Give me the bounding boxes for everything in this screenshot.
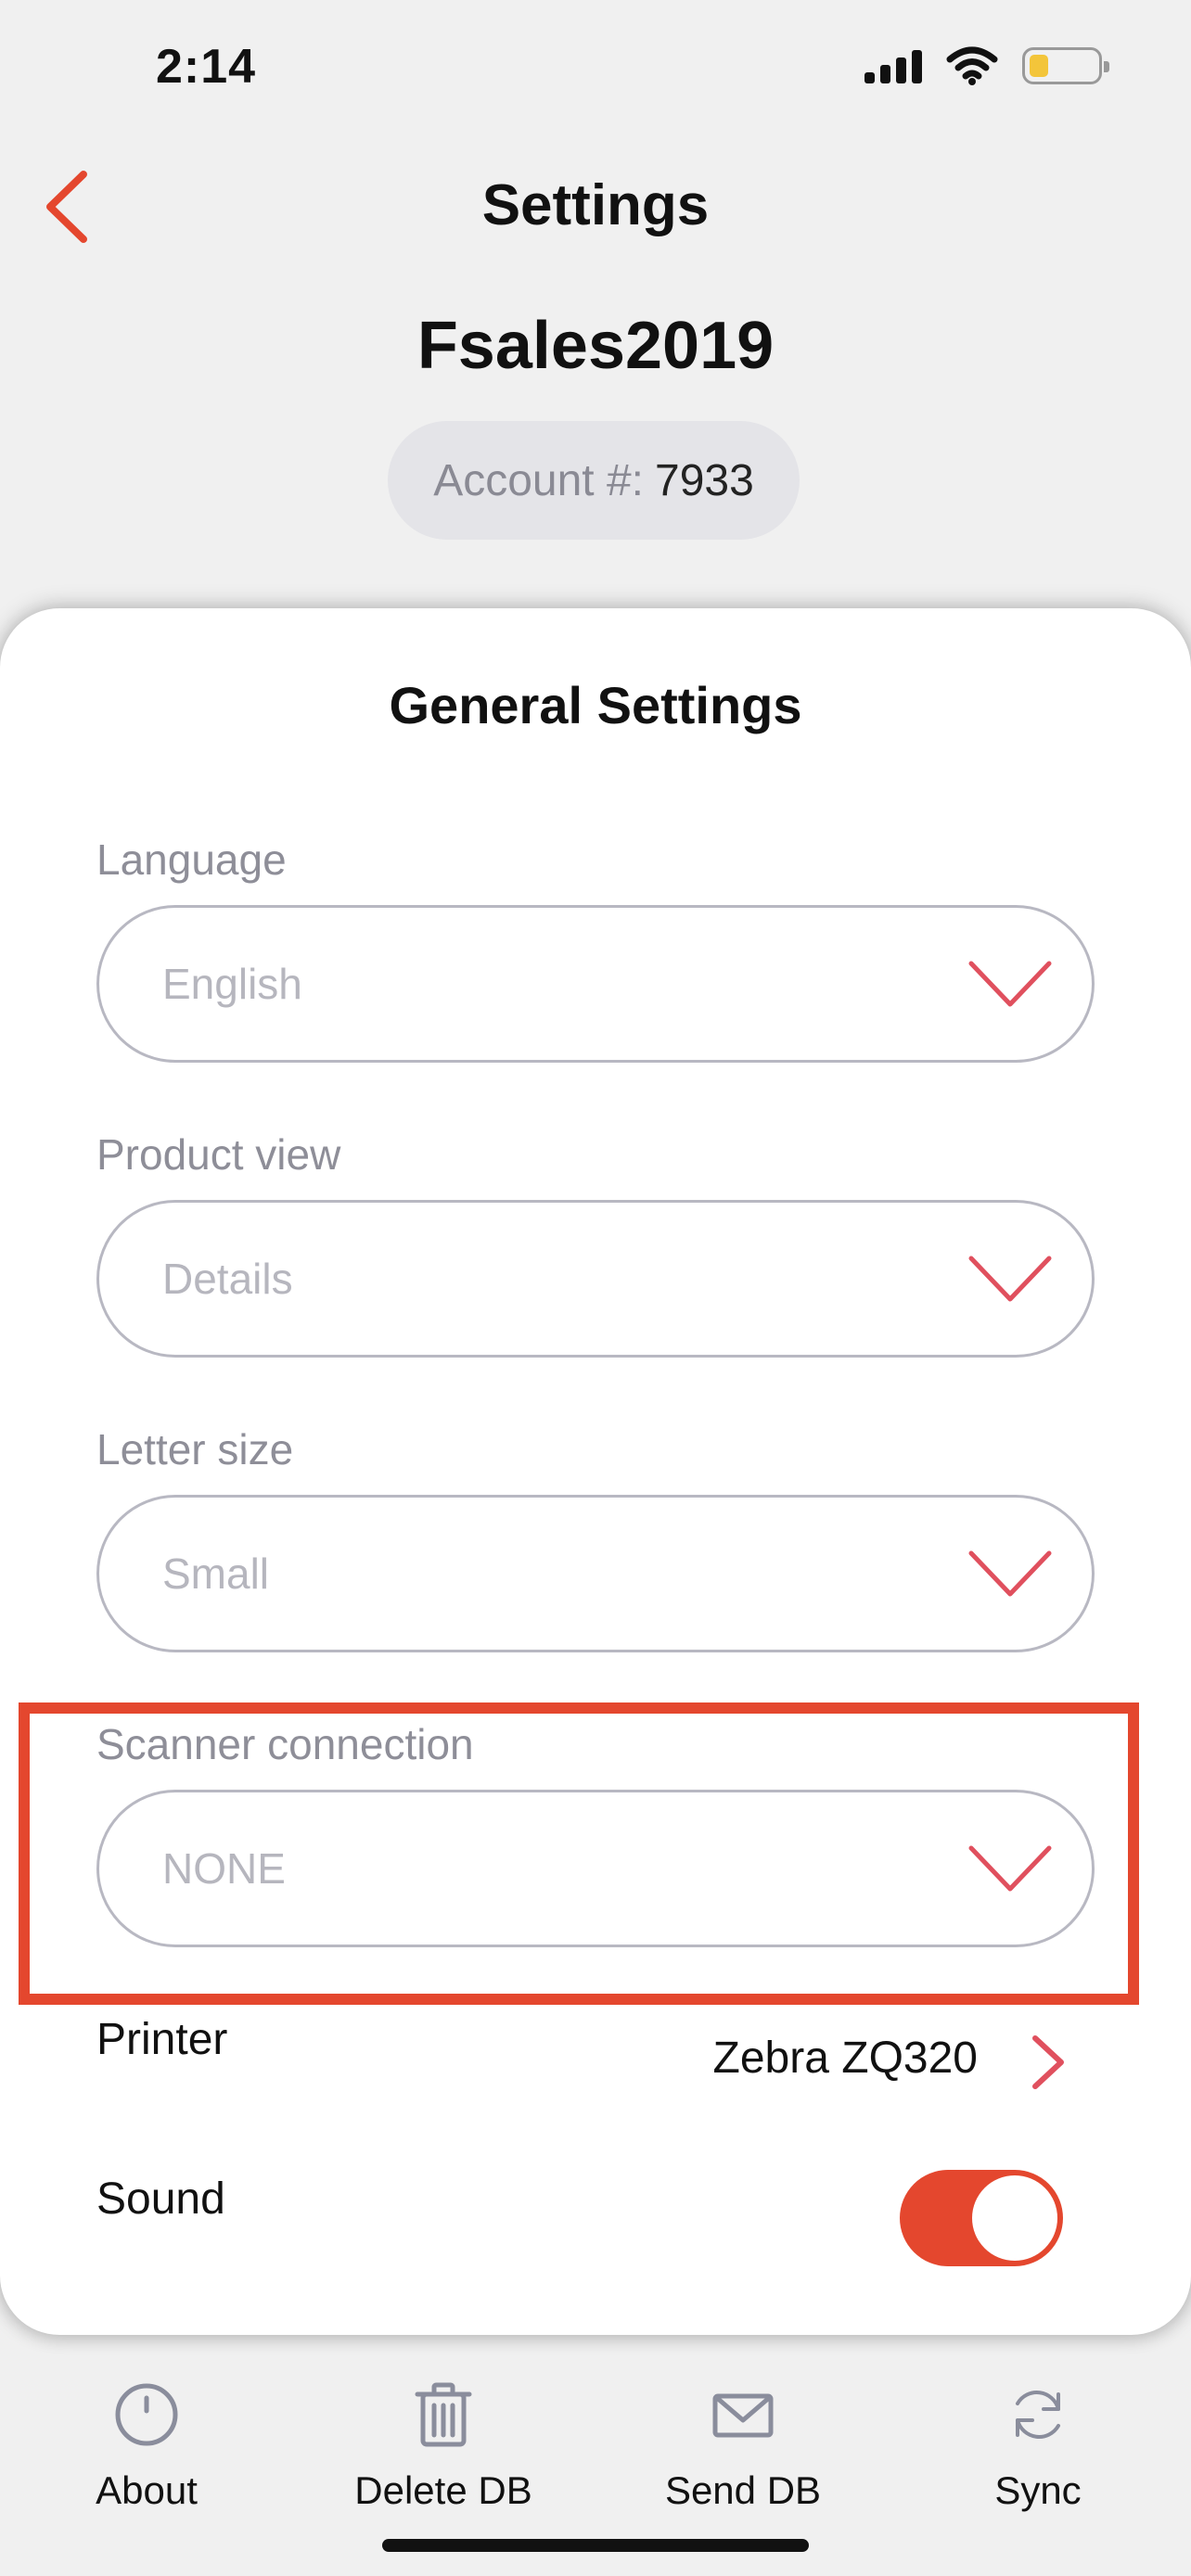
account-name: Fsales2019 <box>416 309 775 383</box>
status-icons <box>864 46 1109 85</box>
language-select[interactable]: English <box>96 905 1095 1063</box>
info-circle-icon <box>115 2383 178 2446</box>
toggle-knob <box>972 2175 1057 2261</box>
chevron-down-icon <box>968 1256 1052 1302</box>
sync-button[interactable]: Sync <box>927 2381 1149 2513</box>
chevron-right-icon[interactable] <box>1028 2033 1069 2092</box>
chevron-down-icon <box>968 961 1052 1007</box>
letter-size-value: Small <box>162 1549 270 1598</box>
letter-size-select[interactable]: Small <box>96 1495 1095 1652</box>
about-button[interactable]: About <box>35 2381 258 2513</box>
sound-toggle[interactable] <box>900 2170 1063 2266</box>
about-label: About <box>96 2468 198 2512</box>
home-indicator <box>382 2539 809 2552</box>
sync-icon <box>1016 2391 1060 2439</box>
product-view-select[interactable]: Details <box>96 1200 1095 1358</box>
printer-label: Printer <box>96 2015 228 2064</box>
scanner-connection-highlight <box>19 1702 1139 2005</box>
sound-label: Sound <box>96 2174 225 2224</box>
settings-screen: 2:14 Settings Fsales2019 Account #: 7933… <box>0 0 1191 2576</box>
general-settings-card: General Settings Language English Produc… <box>0 608 1191 2335</box>
printer-value[interactable]: Zebra ZQ320 <box>713 2033 978 2084</box>
status-time: 2:14 <box>156 40 257 94</box>
language-label: Language <box>96 835 287 884</box>
delete-db-label: Delete DB <box>354 2468 532 2512</box>
account-number-label: Account #: <box>433 455 645 505</box>
product-view-value: Details <box>162 1255 293 1303</box>
card-title: General Settings <box>389 676 802 734</box>
cellular-signal-icon <box>864 48 922 83</box>
send-db-label: Send DB <box>664 2468 822 2512</box>
letter-size-label: Letter size <box>96 1425 294 1473</box>
trash-icon <box>415 2382 472 2447</box>
sync-label: Sync <box>994 2468 1082 2512</box>
send-db-button[interactable]: Send DB <box>632 2381 854 2513</box>
page-title: Settings <box>481 173 710 237</box>
envelope-icon <box>712 2393 774 2438</box>
delete-db-button[interactable]: Delete DB <box>332 2381 555 2513</box>
account-number-badge: Account #: 7933 <box>388 421 800 540</box>
language-value: English <box>162 960 302 1008</box>
account-number-value: 7933 <box>655 455 754 505</box>
chevron-down-icon <box>968 1550 1052 1597</box>
wifi-icon <box>946 46 998 85</box>
battery-icon <box>1022 47 1109 84</box>
product-view-label: Product view <box>96 1130 341 1179</box>
